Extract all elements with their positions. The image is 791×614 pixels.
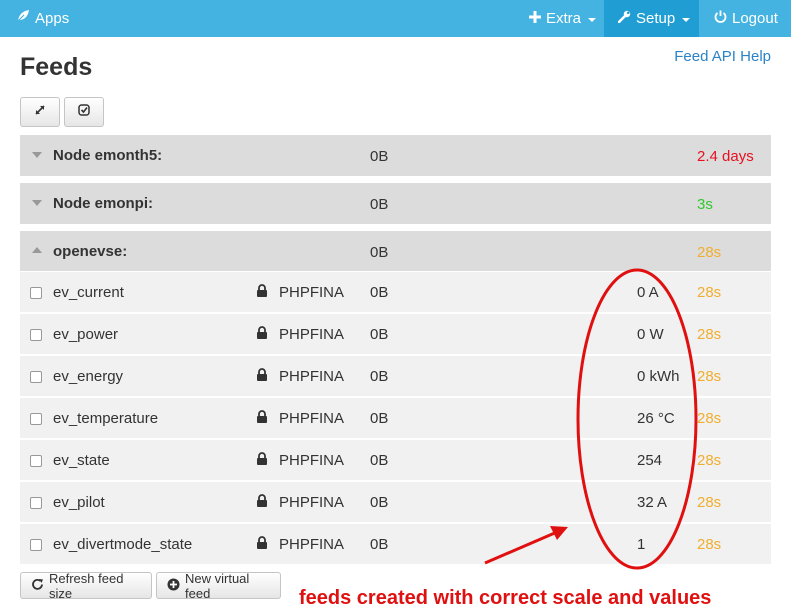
- node-size: 0B: [370, 148, 389, 165]
- annotation-text: feeds created with correct scale and val…: [299, 587, 712, 609]
- new-virtual-feed-label: New virtual feed: [185, 570, 250, 601]
- expand-caret-icon: [32, 247, 42, 253]
- expand-all-button[interactable]: [20, 97, 60, 127]
- feed-time: 28s: [697, 536, 722, 553]
- leaf-icon: [16, 9, 30, 27]
- node-header-openevse[interactable]: openevse: 0B 28s: [20, 231, 771, 272]
- plus-icon: [529, 10, 541, 27]
- feed-checkbox[interactable]: [30, 413, 42, 425]
- page-title: Feeds: [20, 53, 93, 81]
- feed-size: 0B: [370, 326, 389, 343]
- feed-checkbox[interactable]: [30, 287, 42, 299]
- power-icon: [714, 10, 727, 27]
- feed-engine: PHPFINA: [279, 368, 345, 385]
- refresh-icon: [31, 578, 44, 594]
- lock-icon: [256, 326, 268, 344]
- node-size: 0B: [370, 244, 389, 261]
- wrench-icon: [617, 10, 631, 27]
- feed-value: 0 A: [637, 284, 659, 301]
- feed-size: 0B: [370, 284, 389, 301]
- feed-size: 0B: [370, 494, 389, 511]
- extra-menu[interactable]: Extra: [515, 0, 610, 37]
- feed-time: 28s: [697, 284, 722, 301]
- feed-checkbox[interactable]: [30, 329, 42, 341]
- feed-size: 0B: [370, 536, 389, 553]
- collapse-caret-icon: [32, 200, 42, 206]
- feed-api-help-link[interactable]: Feed API Help: [674, 48, 771, 65]
- feed-checkbox[interactable]: [30, 455, 42, 467]
- extra-label: Extra: [546, 10, 582, 27]
- check-square-icon: [78, 103, 90, 121]
- feed-row[interactable]: ev_power PHPFINA 0B 0 W 28s: [20, 313, 771, 354]
- feed-checkbox[interactable]: [30, 539, 42, 551]
- feed-engine: PHPFINA: [279, 284, 345, 301]
- feed-value: 0 kWh: [637, 368, 680, 385]
- feed-name: ev_state: [53, 452, 110, 469]
- feed-name: ev_power: [53, 326, 119, 343]
- lock-icon: [256, 284, 268, 302]
- feed-engine: PHPFINA: [279, 494, 345, 511]
- node-size: 0B: [370, 196, 389, 213]
- lock-icon: [256, 410, 268, 428]
- node-time: 28s: [697, 244, 722, 261]
- feed-value: 26 °C: [637, 410, 675, 427]
- feed-name: ev_temperature: [53, 410, 159, 427]
- feed-name: ev_pilot: [53, 494, 105, 511]
- apps-label: Apps: [35, 9, 70, 27]
- feed-size: 0B: [370, 410, 389, 427]
- node-name: Node emonpi:: [53, 195, 153, 212]
- lock-icon: [256, 452, 268, 470]
- select-all-button[interactable]: [64, 97, 104, 127]
- lock-icon: [256, 368, 268, 386]
- plus-circle-icon: [167, 578, 180, 594]
- feed-size: 0B: [370, 452, 389, 469]
- feed-value: 1: [637, 536, 646, 553]
- feed-row[interactable]: ev_divertmode_state PHPFINA 0B 1 28s: [20, 523, 771, 564]
- feed-name: ev_energy: [53, 368, 124, 385]
- feed-time: 28s: [697, 494, 722, 511]
- feed-size: 0B: [370, 368, 389, 385]
- feed-time: 28s: [697, 452, 722, 469]
- logout-button[interactable]: Logout: [700, 0, 791, 37]
- feed-value: 32 A: [637, 494, 668, 511]
- feed-time: 28s: [697, 368, 722, 385]
- chevron-down-icon: [588, 17, 597, 22]
- setup-label: Setup: [636, 10, 676, 27]
- new-virtual-feed-button[interactable]: New virtual feed: [156, 570, 281, 601]
- feed-row[interactable]: ev_energy PHPFINA 0B 0 kWh 28s: [20, 355, 771, 396]
- expand-icon: [34, 103, 46, 121]
- refresh-label: Refresh feed size: [49, 570, 124, 601]
- node-time: 2.4 days: [697, 148, 754, 165]
- lock-icon: [256, 494, 268, 512]
- feed-row[interactable]: ev_pilot PHPFINA 0B 32 A 28s: [20, 481, 771, 522]
- apps-menu[interactable]: Apps: [16, 9, 69, 27]
- node-header-emonth5[interactable]: Node emonth5: 0B 2.4 days: [20, 135, 771, 176]
- feed-value: 254: [637, 452, 663, 469]
- feed-value: 0 W: [637, 326, 664, 343]
- feed-name: ev_divertmode_state: [53, 536, 193, 553]
- collapse-caret-icon: [32, 152, 42, 158]
- refresh-feed-size-button[interactable]: Refresh feed size: [20, 570, 152, 601]
- feed-time: 28s: [697, 410, 722, 427]
- node-name: Node emonth5:: [53, 147, 163, 164]
- node-name: openevse:: [53, 243, 128, 260]
- feed-row[interactable]: ev_temperature PHPFINA 0B 26 °C 28s: [20, 397, 771, 438]
- chevron-down-icon: [682, 17, 691, 22]
- feed-engine: PHPFINA: [279, 536, 345, 553]
- node-header-emonpi[interactable]: Node emonpi: 0B 3s: [20, 183, 771, 224]
- feed-row[interactable]: ev_current PHPFINA 0B 0 A 28s: [20, 271, 771, 312]
- feed-time: 28s: [697, 326, 722, 343]
- node-time: 3s: [697, 196, 713, 213]
- feed-engine: PHPFINA: [279, 326, 345, 343]
- feed-name: ev_current: [53, 284, 124, 301]
- feed-engine: PHPFINA: [279, 452, 345, 469]
- top-navbar: Apps Extra Setup Logout: [0, 0, 791, 37]
- feed-row[interactable]: ev_state PHPFINA 0B 254 28s: [20, 439, 771, 480]
- feed-checkbox[interactable]: [30, 371, 42, 383]
- setup-menu[interactable]: Setup: [604, 0, 699, 37]
- logout-label: Logout: [732, 10, 778, 27]
- lock-icon: [256, 536, 268, 554]
- feed-checkbox[interactable]: [30, 497, 42, 509]
- feed-engine: PHPFINA: [279, 410, 345, 427]
